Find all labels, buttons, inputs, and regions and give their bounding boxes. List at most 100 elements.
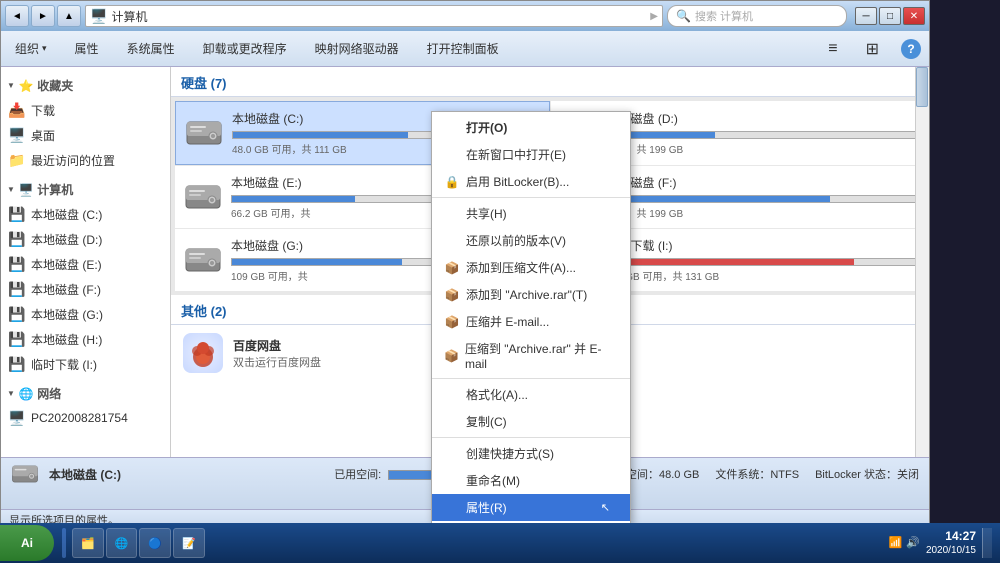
- ctx-compress-rar-email[interactable]: 📦 压缩到 "Archive.rar" 并 E-mail: [432, 335, 630, 376]
- ctx-rename[interactable]: 重命名(M): [432, 467, 630, 494]
- disk-d-name: 本地磁盘 (D:): [607, 110, 918, 127]
- status-disk-name: 本地磁盘 (C:): [49, 466, 324, 483]
- sidebar-item-downloads[interactable]: 📥 下载: [1, 98, 170, 123]
- search-bar[interactable]: 🔍 搜索 计算机: [667, 5, 847, 27]
- ctx-rename-icon: [444, 473, 460, 489]
- address-path: 计算机: [111, 8, 642, 25]
- taskbar-notepad[interactable]: 📝: [173, 528, 205, 558]
- toolbar-view-details[interactable]: ⊞: [860, 35, 885, 63]
- ctx-create-shortcut[interactable]: 创建快捷方式(S): [432, 440, 630, 467]
- disk-d-space: 可用，共 199 GB: [607, 141, 918, 156]
- ctx-format[interactable]: 格式化(A)...: [432, 381, 630, 408]
- ctx-shortcut-icon: [444, 446, 460, 462]
- ctx-open-new-window[interactable]: 在新窗口中打开(E): [432, 141, 630, 168]
- sidebar-item-i[interactable]: 💾 临时下载 (I:): [1, 352, 170, 377]
- taskbar-explorer-icon: 🗂️: [81, 537, 95, 550]
- sidebar-network-section: ▼🌐 网络 🖥️ PC202008281754: [1, 379, 170, 432]
- disk-d-icon: 💾: [9, 232, 25, 248]
- toolbar-view-icon[interactable]: ≡: [822, 36, 843, 62]
- ctx-copy-icon: [444, 414, 460, 430]
- ctx-copy[interactable]: 复制(C): [432, 408, 630, 435]
- taskbar-browser1[interactable]: 🌐: [106, 528, 138, 558]
- show-desktop-button[interactable]: [982, 528, 992, 558]
- toolbar-control-panel[interactable]: 打开控制面板: [421, 36, 505, 61]
- toolbar-organize[interactable]: 组织 ▾: [9, 36, 53, 61]
- maximize-button[interactable]: □: [879, 7, 901, 25]
- status-info: 本地磁盘 (C:): [49, 466, 324, 483]
- ctx-bitlocker[interactable]: 🔒 启用 BitLocker(B)...: [432, 168, 630, 195]
- close-button[interactable]: ✕: [903, 7, 925, 25]
- sidebar: ▼⭐ 收藏夹 📥 下载 🖥️ 桌面 📁 最近访问的位置 ▼🖥️ 计算机: [1, 67, 171, 457]
- sidebar-item-d[interactable]: 💾 本地磁盘 (D:): [1, 227, 170, 252]
- search-placeholder: 搜索 计算机: [695, 8, 753, 24]
- address-bar[interactable]: 🖥️ 计算机 ▶: [85, 5, 663, 27]
- titlebar-left: ◄ ► ▲ 🖥️ 计算机 ▶ 🔍 搜索 计算机: [5, 5, 847, 27]
- toolbar-help[interactable]: ?: [901, 39, 921, 59]
- disk-i-info: 临时下载 (I:) 114 GB 可用，共 131 GB: [607, 237, 918, 283]
- nav-forward-button[interactable]: ►: [31, 5, 55, 27]
- disk-c-bar: [233, 132, 408, 138]
- disk-i-bar-container: [607, 258, 918, 266]
- sidebar-item-desktop[interactable]: 🖥️ 桌面: [1, 123, 170, 148]
- disk-g-hdd-icon: [183, 242, 223, 278]
- status-used-label: 已用空间:: [334, 469, 381, 481]
- ctx-open[interactable]: 打开(O): [432, 114, 630, 141]
- disk-i-space: 114 GB 可用，共 131 GB: [607, 268, 918, 283]
- scrollbar-track[interactable]: [915, 67, 929, 457]
- sidebar-favorites-header[interactable]: ▼⭐ 收藏夹: [1, 73, 170, 98]
- system-tray: 📶 🔊: [889, 536, 920, 549]
- nav-up-button[interactable]: ▲: [57, 5, 81, 27]
- taskbar-explorer[interactable]: 🗂️: [72, 528, 104, 558]
- taskbar-items: 🗂️ 🌐 🔵 📝: [58, 528, 881, 558]
- ctx-compress-email[interactable]: 📦 压缩并 E-mail...: [432, 308, 630, 335]
- sidebar-network-header[interactable]: ▼🌐 网络: [1, 381, 170, 406]
- ctx-restore-version[interactable]: 还原以前的版本(V): [432, 227, 630, 254]
- disk-f-bar-container: [607, 195, 918, 203]
- baidu-info: 百度网盘 双击运行百度网盘: [233, 337, 321, 370]
- ctx-open-new-icon: [444, 147, 460, 163]
- disk-i-icon: 💾: [9, 357, 25, 373]
- disk-f-info: 本地磁盘 (F:) 可用，共 199 GB: [607, 174, 918, 220]
- ctx-rar-email-icon: 📦: [444, 348, 459, 364]
- ctx-add-archive-rar[interactable]: 📦 添加到 "Archive.rar"(T): [432, 281, 630, 308]
- taskbar: Ai 🗂️ 🌐 🔵 📝 📶 🔊 14:27 2020/10/15: [0, 523, 1000, 563]
- taskbar-browser2[interactable]: 🔵: [139, 528, 171, 558]
- clock-time: 14:27: [926, 528, 976, 545]
- toolbar-uninstall[interactable]: 卸载或更改程序: [197, 36, 293, 61]
- sidebar-item-c[interactable]: 💾 本地磁盘 (C:): [1, 202, 170, 227]
- sidebar-item-e[interactable]: 💾 本地磁盘 (E:): [1, 252, 170, 277]
- minimize-button[interactable]: ─: [855, 7, 877, 25]
- ctx-compress-email-icon: 📦: [444, 314, 460, 330]
- ctx-add-archive[interactable]: 📦 添加到压缩文件(A)...: [432, 254, 630, 281]
- start-button[interactable]: Ai: [0, 525, 54, 561]
- sidebar-item-f[interactable]: 💾 本地磁盘 (F:): [1, 277, 170, 302]
- disk-f-icon: 💾: [9, 282, 25, 298]
- sidebar-item-g[interactable]: 💾 本地磁盘 (G:): [1, 302, 170, 327]
- sidebar-item-recent[interactable]: 📁 最近访问的位置: [1, 148, 170, 173]
- sidebar-computer-section: ▼🖥️ 计算机 💾 本地磁盘 (C:) 💾 本地磁盘 (D:) 💾 本地磁盘 (…: [1, 175, 170, 379]
- ctx-share[interactable]: 共享(H): [432, 200, 630, 227]
- ctx-properties[interactable]: 属性(R) ↖: [432, 494, 630, 521]
- ctx-format-icon: [444, 387, 460, 403]
- nav-back-button[interactable]: ◄: [5, 5, 29, 27]
- toolbar-system-properties[interactable]: 系统属性: [121, 36, 181, 61]
- clock-date: 2020/10/15: [926, 544, 976, 558]
- toolbar-map-drive[interactable]: 映射网络驱动器: [309, 36, 405, 61]
- baidu-icon: [183, 333, 223, 373]
- cursor-indicator: ↖: [601, 501, 610, 514]
- scrollbar-thumb[interactable]: [916, 67, 928, 107]
- toolbar-properties[interactable]: 属性: [69, 36, 105, 61]
- sidebar-item-h[interactable]: 💾 本地磁盘 (H:): [1, 327, 170, 352]
- ctx-sep-2: [432, 378, 630, 379]
- disk-i-name: 临时下载 (I:): [607, 237, 918, 254]
- nav-buttons: ◄ ► ▲: [5, 5, 81, 27]
- harddisk-section-header: 硬盘 (7): [171, 67, 929, 97]
- disk-e-hdd-icon: [183, 179, 223, 215]
- disk-i-bar: [608, 259, 855, 265]
- disk-f-bar: [608, 196, 830, 202]
- ctx-sep-3: [432, 437, 630, 438]
- sidebar-computer-header[interactable]: ▼🖥️ 计算机: [1, 177, 170, 202]
- baidu-name: 百度网盘: [233, 337, 321, 354]
- sidebar-item-pc[interactable]: 🖥️ PC202008281754: [1, 406, 170, 430]
- taskbar-browser1-icon: 🌐: [115, 537, 129, 550]
